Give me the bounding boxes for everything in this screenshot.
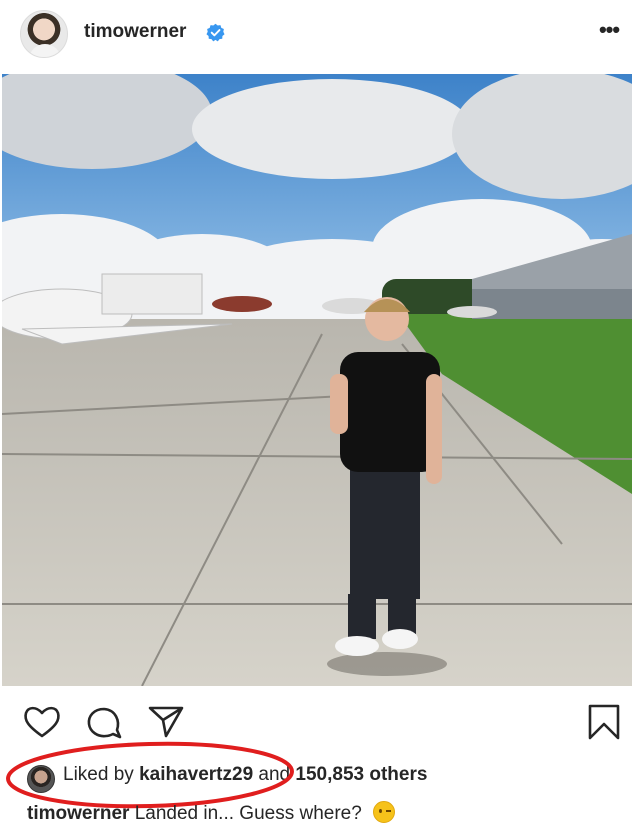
- user-avatar[interactable]: [20, 10, 68, 58]
- likes-count-link[interactable]: 150,853 others: [295, 764, 427, 785]
- username-link[interactable]: timowerner: [84, 21, 186, 43]
- caption-username-link[interactable]: timowerner: [27, 803, 129, 824]
- post-caption: timowerner Landed in... Guess where?: [27, 801, 396, 825]
- post-photo[interactable]: [2, 74, 632, 686]
- highlight-annotation-ellipse: [6, 741, 294, 809]
- comment-icon[interactable]: [84, 702, 124, 742]
- winking-face-emoji: [373, 801, 396, 823]
- heart-icon[interactable]: [22, 702, 62, 742]
- verified-badge-icon: [206, 23, 225, 42]
- more-options-icon[interactable]: •••: [594, 19, 624, 44]
- share-icon[interactable]: [146, 700, 186, 740]
- bookmark-icon[interactable]: [584, 702, 624, 742]
- airfield-photo-illustration: [2, 74, 632, 686]
- caption-text: Landed in... Guess where?: [134, 803, 362, 824]
- post-header: timowerner •••: [0, 0, 633, 72]
